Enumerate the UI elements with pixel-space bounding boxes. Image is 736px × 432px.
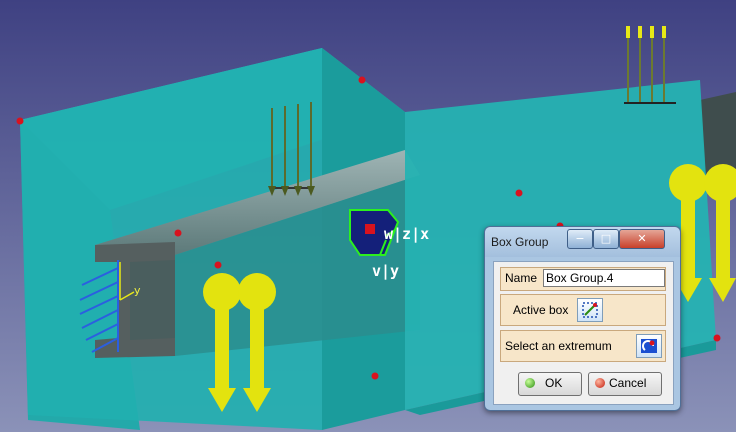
ok-label: OK bbox=[545, 376, 563, 390]
minimize-button[interactable]: − bbox=[567, 229, 593, 249]
dialog-titlebar[interactable]: Box Group − □ ✕ bbox=[485, 227, 680, 257]
beam-far-end bbox=[700, 92, 736, 175]
extremum-label: Select an extremum bbox=[505, 339, 612, 353]
ok-icon bbox=[525, 378, 535, 388]
box-select-icon bbox=[582, 302, 598, 318]
close-icon: ✕ bbox=[637, 232, 647, 245]
ok-button[interactable]: OK bbox=[518, 372, 582, 396]
maximize-icon: □ bbox=[600, 232, 612, 245]
cancel-icon bbox=[595, 378, 605, 388]
dialog-title: Box Group bbox=[491, 235, 549, 249]
cancel-button[interactable]: Cancel bbox=[588, 372, 662, 396]
name-row: Name bbox=[500, 267, 666, 291]
selection-center bbox=[365, 224, 375, 234]
close-button[interactable]: ✕ bbox=[619, 229, 665, 249]
extremum-select-icon bbox=[641, 339, 657, 353]
box-group-dialog: Box Group − □ ✕ Name Active box bbox=[484, 226, 681, 411]
name-label: Name bbox=[505, 271, 538, 285]
extremum-row: Select an extremum bbox=[500, 330, 666, 362]
axis-label-wzx: w|z|x bbox=[384, 225, 430, 243]
active-box-row: Active box bbox=[500, 294, 666, 326]
minimize-icon: − bbox=[575, 232, 585, 245]
axis-label-vy: v|y bbox=[372, 262, 400, 280]
dialog-body: Name Active box Select an extremum bbox=[493, 261, 674, 405]
extremum-button[interactable] bbox=[636, 334, 662, 358]
clamp-axis-label: y bbox=[134, 284, 141, 297]
name-input[interactable] bbox=[543, 269, 665, 287]
active-box-label: Active box bbox=[513, 303, 569, 317]
maximize-button[interactable]: □ bbox=[593, 229, 619, 249]
cancel-label: Cancel bbox=[609, 376, 647, 390]
active-box-button[interactable] bbox=[577, 298, 603, 322]
